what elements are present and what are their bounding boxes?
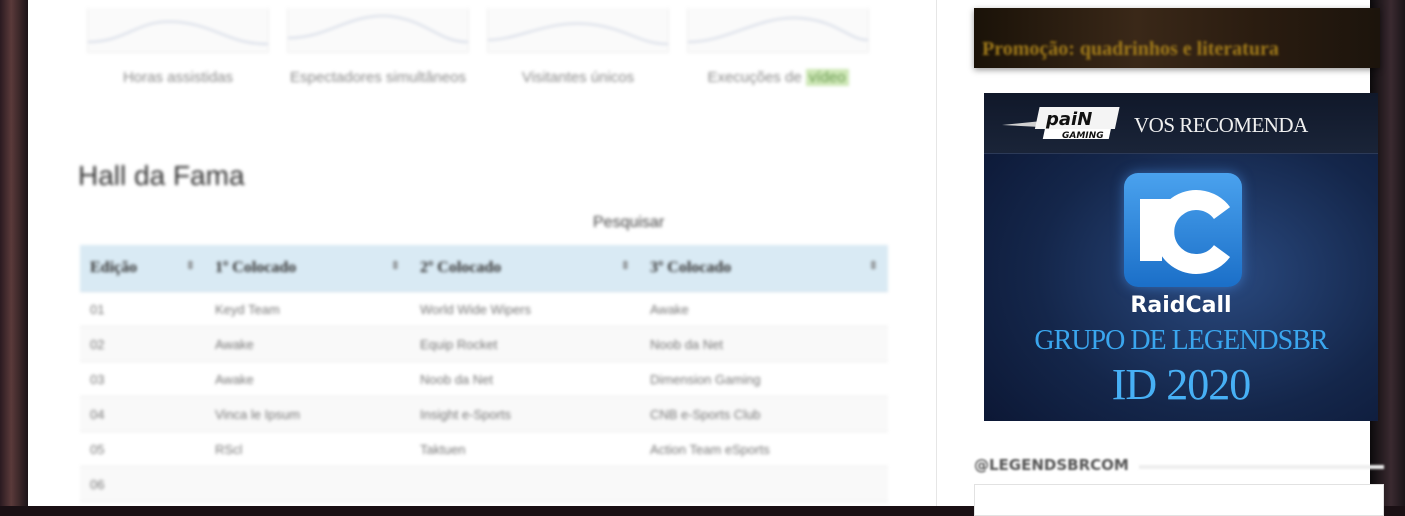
cell-edition: 05	[80, 431, 205, 467]
cell-second: Insight e-Sports	[410, 396, 640, 432]
background-left	[0, 0, 28, 506]
sparkline-chart	[687, 8, 869, 53]
table-row: 05 RScl Taktuen Action Team eSports	[80, 431, 888, 467]
stat-hours-watched[interactable]: Horas assistidas	[83, 8, 273, 91]
cell-edition: 03	[80, 361, 205, 397]
stat-label: Execuções de vídeo	[683, 65, 873, 91]
raidcall-ad-banner[interactable]: paiN GAMING VOS RECOMENDA RaidCall GRUPO…	[984, 93, 1378, 421]
promo-text: Promoção: quadrinhos e literatura	[982, 38, 1279, 60]
group-id: ID 2020	[1111, 360, 1251, 409]
table-row: 06	[80, 466, 888, 502]
stat-label: Horas assistidas	[122, 69, 234, 86]
search-label: Pesquisar	[593, 214, 665, 231]
sparkline-chart	[487, 8, 669, 53]
raidcall-title: RaidCall	[1130, 293, 1232, 318]
table-row: 02 Awake Equip Rocket Noob da Net	[80, 326, 888, 362]
cell-edition: 04	[80, 396, 205, 432]
cell-third: Awake	[640, 291, 888, 327]
stats-panel: Horas assistidas Espectadores simultâneo…	[83, 8, 883, 118]
twitter-handle[interactable]: @LEGENDSBRCOM	[974, 456, 1139, 474]
cell-first	[205, 466, 410, 502]
ad-header: paiN GAMING VOS RECOMENDA	[984, 93, 1378, 154]
cell-second: Noob da Net	[410, 361, 640, 397]
cell-third: Action Team eSports	[640, 431, 888, 467]
column-divider	[936, 0, 937, 506]
main-content: Horas assistidas Espectadores simultâneo…	[73, 0, 913, 506]
cell-second: Taktuen	[410, 431, 640, 467]
table-row: 04 Vinca le Ipsum Insight e-Sports CNB e…	[80, 396, 888, 432]
stat-label: Espectadores simultâneos	[290, 69, 466, 86]
cell-second: World Wide Wipers	[410, 291, 640, 327]
pain-gaming-logo: paiN GAMING	[1002, 107, 1120, 141]
twitter-widget-box	[974, 484, 1384, 516]
cell-third: Noob da Net	[640, 326, 888, 362]
stat-label: Visitantes únicos	[521, 69, 635, 86]
recommends-text: VOS RECOMENDA	[1134, 113, 1308, 137]
cell-edition: 06	[80, 466, 205, 502]
sparkline-chart	[287, 8, 469, 53]
sparkline-chart	[87, 8, 269, 53]
column-header-first-place[interactable]: 1º Colocado ⇕	[205, 245, 410, 292]
twitter-widget-header: @LEGENDSBRCOM	[974, 456, 1384, 476]
cell-first: RScl	[205, 431, 410, 467]
sort-icon[interactable]: ⇕	[391, 259, 400, 272]
table-row: 01 Keyd Team World Wide Wipers Awake	[80, 291, 888, 327]
group-name: GRUPO DE LEGENDSBR	[1034, 325, 1328, 356]
cell-second	[410, 466, 640, 502]
stat-video-plays[interactable]: Execuções de vídeo	[683, 8, 873, 91]
cell-third: CNB e-Sports Club	[640, 396, 888, 432]
cell-third: Dimension Gaming	[640, 361, 888, 397]
cell-first: Awake	[205, 361, 410, 397]
sidebar: Promoção: quadrinhos e literatura paiN G…	[946, 0, 1384, 516]
cell-edition: 02	[80, 326, 205, 362]
svg-text:GAMING: GAMING	[1062, 131, 1104, 141]
column-header-edition[interactable]: Edição ⇕	[80, 245, 205, 292]
cell-second: Equip Rocket	[410, 326, 640, 362]
stat-unique-visitors[interactable]: Visitantes únicos	[483, 8, 673, 91]
stat-concurrent-viewers[interactable]: Espectadores simultâneos	[283, 8, 473, 91]
cell-first: Awake	[205, 326, 410, 362]
video-highlight: vídeo	[805, 69, 849, 86]
hall-of-fame-title: Hall da Fama	[78, 160, 245, 191]
cell-first: Keyd Team	[205, 291, 410, 327]
sort-icon[interactable]: ⇕	[621, 259, 630, 272]
sort-icon[interactable]: ⇕	[186, 259, 195, 272]
sort-icon[interactable]: ⇕	[869, 259, 878, 272]
svg-text:paiN: paiN	[1045, 109, 1092, 130]
page: Horas assistidas Espectadores simultâneo…	[28, 0, 1384, 516]
table-header-row: Edição ⇕ 1º Colocado ⇕ 2º Colocado ⇕ 3º Col…	[80, 245, 888, 292]
hall-of-fame-table: Edição ⇕ 1º Colocado ⇕ 2º Colocado ⇕ 3º Col…	[80, 245, 888, 502]
raidcall-logo-icon	[1124, 173, 1242, 287]
cell-first: Vinca le Ipsum	[205, 396, 410, 432]
column-header-third-place[interactable]: 3º Colocado ⇕	[640, 245, 888, 292]
table-row: 03 Awake Noob da Net Dimension Gaming	[80, 361, 888, 397]
promo-banner[interactable]: Promoção: quadrinhos e literatura	[974, 8, 1380, 68]
cell-edition: 01	[80, 291, 205, 327]
cell-third	[640, 466, 888, 502]
column-header-second-place[interactable]: 2º Colocado ⇕	[410, 245, 640, 292]
